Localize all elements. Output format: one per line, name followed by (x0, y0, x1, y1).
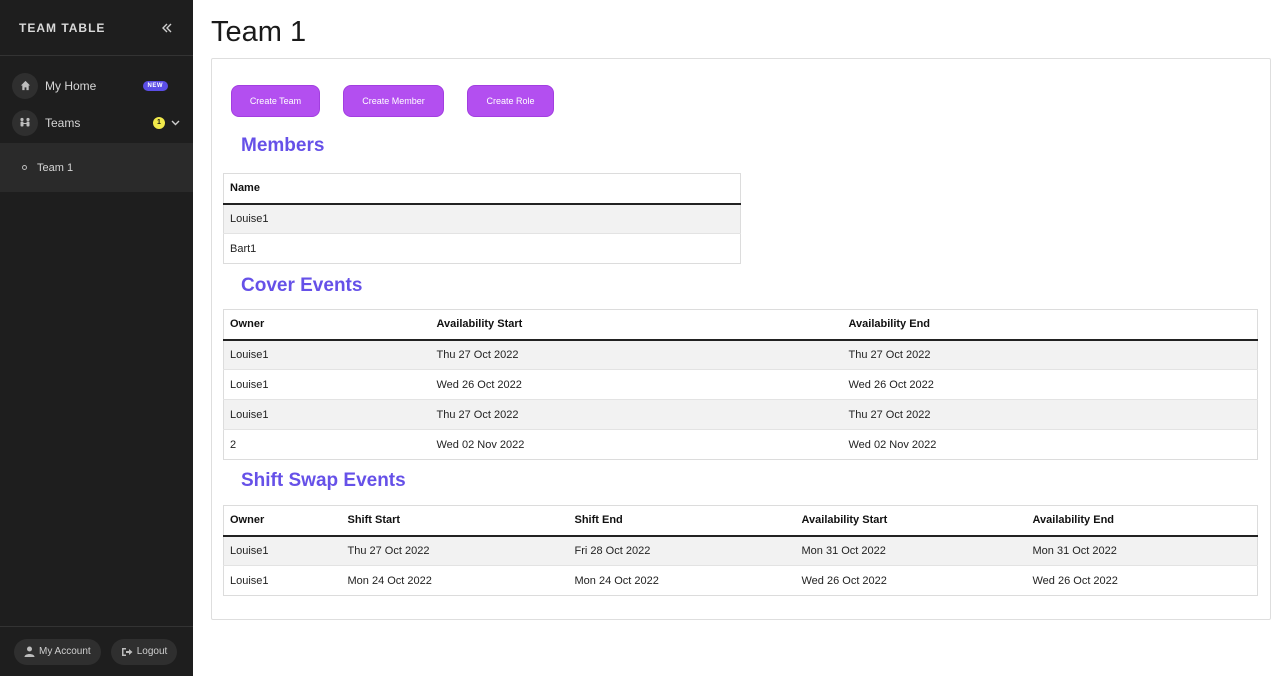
shift-swap-events-table: Owner Shift Start Shift End Availability… (223, 505, 1258, 596)
table-cell: Louise1 (223, 565, 342, 596)
table-cell: Mon 24 Oct 2022 (341, 565, 569, 596)
table-cell: Mon 24 Oct 2022 (568, 565, 796, 596)
table-cell: Wed 02 Nov 2022 (842, 429, 1258, 460)
table-row: Louise1 Thu 27 Oct 2022 Thu 27 Oct 2022 (223, 339, 1258, 370)
sidebar-header: TEAM TABLE (0, 0, 193, 56)
create-member-button[interactable]: Create Member (343, 85, 444, 117)
cover-events-heading: Cover Events (241, 275, 363, 296)
column-header: Availability End (1026, 505, 1258, 537)
table-cell: Fri 28 Oct 2022 (568, 535, 796, 566)
create-team-button[interactable]: Create Team (231, 85, 320, 117)
column-header: Name (223, 173, 741, 205)
table-cell: Mon 31 Oct 2022 (1026, 535, 1258, 566)
sidebar: TEAM TABLE My Home NEW Teams 1 Team 1 My… (0, 0, 193, 676)
logout-button[interactable]: Logout (110, 638, 178, 665)
members-heading: Members (241, 135, 325, 156)
users-icon (12, 109, 38, 136)
new-badge: NEW (142, 80, 168, 91)
table-cell: Louise1 (223, 535, 342, 566)
table-cell: Louise1 (223, 399, 431, 430)
table-row: 2 Wed 02 Nov 2022 Wed 02 Nov 2022 (223, 429, 1258, 460)
column-header: Owner (223, 309, 431, 341)
sidebar-item-my-home[interactable]: My Home NEW (0, 67, 193, 104)
members-table: Name Louise1 Bart1 (223, 173, 741, 264)
column-header: Availability End (842, 309, 1258, 341)
table-row: Bart1 (223, 233, 741, 264)
my-account-button[interactable]: My Account (14, 638, 101, 665)
table-cell: Thu 27 Oct 2022 (842, 399, 1258, 430)
table-row: Louise1 (223, 203, 741, 234)
main-content: Team 1 Create Team Create Member Create … (193, 0, 1288, 676)
table-cell: Thu 27 Oct 2022 (430, 339, 843, 370)
home-icon (12, 72, 38, 99)
table-cell: Louise1 (223, 369, 431, 400)
table-header-row: Name (223, 173, 741, 205)
table-cell: Mon 31 Oct 2022 (795, 535, 1027, 566)
table-cell: Wed 02 Nov 2022 (430, 429, 843, 460)
cover-events-table: Owner Availability Start Availability En… (223, 309, 1258, 460)
collapse-sidebar-icon[interactable] (160, 21, 174, 35)
logout-label: Logout (136, 646, 168, 657)
table-header-row: Owner Shift Start Shift End Availability… (223, 505, 1258, 537)
chevron-down-icon[interactable] (169, 117, 181, 129)
page-title: Team 1 (211, 16, 307, 48)
table-header-row: Owner Availability Start Availability En… (223, 309, 1258, 341)
table-row: Louise1 Thu 27 Oct 2022 Fri 28 Oct 2022 … (223, 535, 1258, 566)
table-cell: Wed 26 Oct 2022 (842, 369, 1258, 400)
table-cell: Thu 27 Oct 2022 (842, 339, 1258, 370)
column-header: Availability Start (430, 309, 843, 341)
sidebar-menu: My Home NEW Teams 1 Team 1 (0, 56, 193, 192)
team-panel: Create Team Create Member Create Role Me… (211, 58, 1271, 620)
logout-icon (121, 647, 133, 656)
table-cell: Wed 26 Oct 2022 (1026, 565, 1258, 596)
table-cell: Louise1 (223, 339, 431, 370)
sidebar-item-label: My Home (45, 78, 97, 93)
sidebar-item-teams[interactable]: Teams 1 (0, 104, 193, 141)
action-buttons: Create Team Create Member Create Role (231, 85, 554, 117)
shift-swap-events-heading: Shift Swap Events (241, 470, 406, 491)
column-header: Owner (223, 505, 342, 537)
column-header: Shift End (568, 505, 796, 537)
brand-title: TEAM TABLE (19, 20, 106, 35)
bullet-icon (22, 165, 27, 170)
sidebar-item-label: Teams (45, 115, 81, 130)
table-cell: Thu 27 Oct 2022 (341, 535, 569, 566)
table-row: Louise1 Thu 27 Oct 2022 Thu 27 Oct 2022 (223, 399, 1258, 430)
table-cell: Louise1 (223, 203, 741, 234)
user-icon (24, 646, 35, 657)
sidebar-subitem-team-1[interactable]: Team 1 (0, 143, 193, 192)
table-cell: 2 (223, 429, 431, 460)
table-cell: Bart1 (223, 233, 741, 264)
column-header: Availability Start (795, 505, 1027, 537)
table-cell: Thu 27 Oct 2022 (430, 399, 843, 430)
table-row: Louise1 Wed 26 Oct 2022 Wed 26 Oct 2022 (223, 369, 1258, 400)
table-cell: Wed 26 Oct 2022 (430, 369, 843, 400)
my-account-label: My Account (39, 646, 91, 657)
count-badge: 1 (153, 116, 165, 129)
sidebar-subitem-label: Team 1 (37, 161, 74, 174)
sidebar-footer: My Account Logout (0, 626, 193, 676)
table-cell: Wed 26 Oct 2022 (795, 565, 1027, 596)
create-role-button[interactable]: Create Role (467, 85, 554, 117)
table-row: Louise1 Mon 24 Oct 2022 Mon 24 Oct 2022 … (223, 565, 1258, 596)
column-header: Shift Start (341, 505, 569, 537)
